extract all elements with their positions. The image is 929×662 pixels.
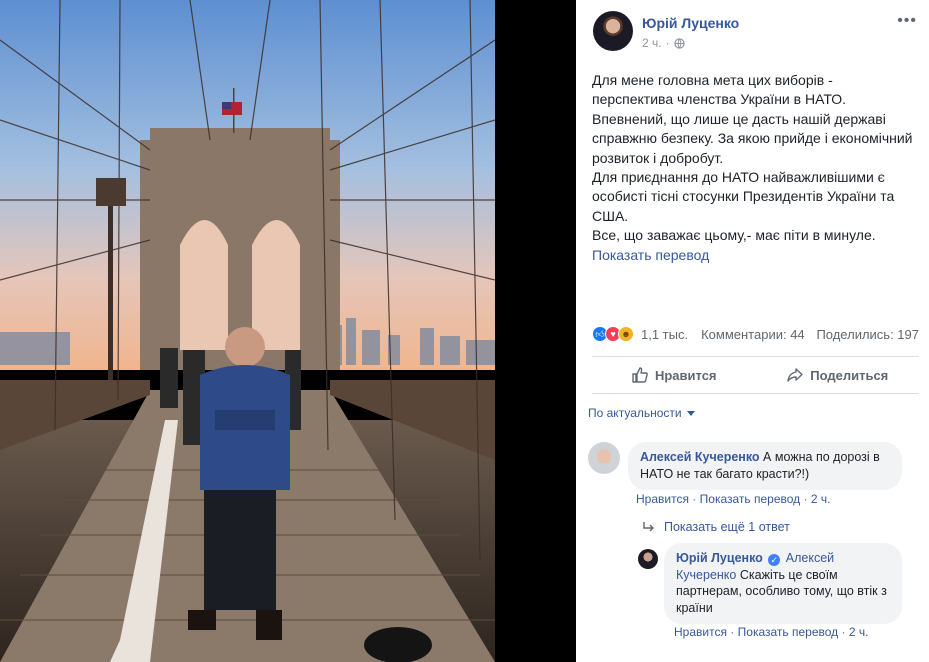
post-time[interactable]: 2 ч. [642,36,662,50]
comment-like-link[interactable]: Нравится [636,492,689,506]
comment: Алексей Кучеренко А можна по дорозі в НА… [588,442,902,490]
reply-translate-link[interactable]: Показать перевод [738,625,839,639]
post-side-panel: Юрій Луценко 2 ч. · ••• Для мене головна… [576,0,929,662]
comment-actions: Нравится · Показать перевод · 2 ч. [636,492,831,506]
see-translation-link[interactable]: Показать перевод [592,247,709,263]
comment-reply: Юрій Луценко ✓ Алексей Кучеренко Скажіть… [638,543,902,624]
sort-label: По актуальности [588,406,682,420]
reply-time[interactable]: 2 ч. [849,625,869,639]
reactions-summary: 👍︎ ♥ ☻ 1,1 тыс. Комментарии: 44 Поделили… [592,324,919,344]
reply-author-avatar[interactable] [638,549,658,569]
reaction-count[interactable]: 1,1 тыс. [641,327,688,342]
show-more-replies-label: Показать ещё 1 ответ [664,520,790,534]
reply-arrow-icon [643,522,654,532]
comment-translate-link[interactable]: Показать перевод [700,492,801,506]
post-header: Юрій Луценко 2 ч. · ••• [576,0,929,62]
reply-author-name[interactable]: Юрій Луценко [676,551,763,565]
comment-sort-dropdown[interactable]: По актуальности [588,406,695,420]
post-paragraph: Впевнений, що лише це дасть нашій держав… [592,110,913,166]
post-photo[interactable] [0,0,495,662]
shares-count[interactable]: Поделились: 197 [816,327,919,342]
verified-badge-icon: ✓ [768,554,781,566]
show-more-replies-link[interactable]: Показать ещё 1 ответ [642,520,790,534]
post-action-bar: Нравится Поделиться [592,356,919,394]
globe-icon[interactable] [673,37,685,49]
commenter-avatar[interactable] [588,442,620,474]
like-button-label: Нравится [654,367,717,383]
reaction-icons[interactable]: 👍︎ ♥ ☻ [592,326,634,342]
post-paragraph: Все, що заважає цьому,- має піти в минул… [592,227,876,244]
haha-reaction-icon: ☻ [618,326,634,342]
like-button[interactable]: Нравится [592,357,756,393]
bridge-photo-image [0,0,495,662]
author-avatar[interactable] [593,11,633,51]
commenter-name[interactable]: Алексей Кучеренко [640,450,760,464]
comment-bubble: Алексей Кучеренко А можна по дорозі в НА… [628,442,902,490]
share-button-label: Поделиться [810,367,889,383]
reply-like-link[interactable]: Нравится [674,625,727,639]
author-name[interactable]: Юрій Луценко [642,15,739,31]
reply-bubble: Юрій Луценко ✓ Алексей Кучеренко Скажіть… [664,543,902,624]
chevron-down-icon [686,410,695,416]
more-options-icon[interactable]: ••• [897,12,917,30]
thumbs-up-icon [632,367,648,383]
post-text: Для мене головна мета цих виборів - перс… [592,71,917,265]
share-button[interactable]: Поделиться [756,357,920,393]
reply-actions: Нравится · Показать перевод · 2 ч. [674,625,869,639]
post-paragraph: Для приєднання до НАТО найважливішими є … [592,169,895,224]
post-paragraph: Для мене головна мета цих виборів - перс… [592,72,847,108]
share-arrow-icon [787,368,803,382]
post-meta: 2 ч. · [642,36,685,50]
comment-time[interactable]: 2 ч. [811,492,831,506]
photo-viewer [0,0,576,662]
comments-count[interactable]: Комментарии: 44 [701,327,805,342]
